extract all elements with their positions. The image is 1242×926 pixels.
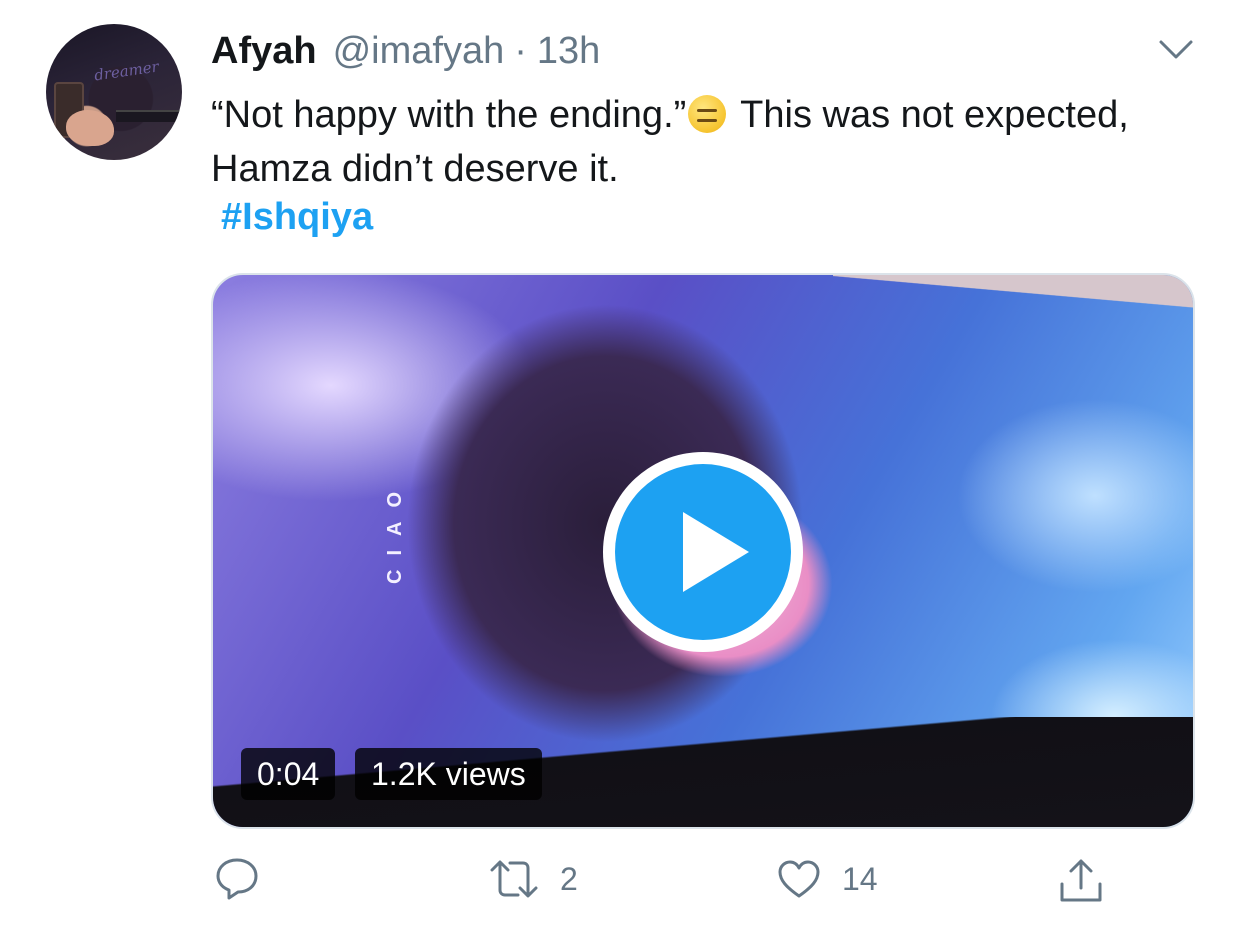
tweet-actions: 2 14 xyxy=(0,856,1242,916)
video-duration-badge: 0:04 xyxy=(241,748,336,800)
avatar[interactable]: dreamer xyxy=(46,24,182,160)
like-button[interactable]: 14 xyxy=(776,856,878,902)
retweet-icon xyxy=(488,856,540,902)
tweet-time[interactable]: 13h xyxy=(537,30,600,73)
expressionless-face-emoji-icon xyxy=(688,95,727,133)
share-button[interactable] xyxy=(1058,856,1104,906)
chevron-down-icon[interactable] xyxy=(1158,38,1194,62)
like-icon xyxy=(776,856,822,902)
tweet-text: “Not happy with the ending.” This was no… xyxy=(211,88,1171,196)
tweet-text-quote: “Not happy with the ending.” xyxy=(211,94,687,136)
play-button[interactable] xyxy=(603,452,803,652)
retweet-button[interactable]: 2 xyxy=(488,856,578,902)
play-icon xyxy=(615,464,791,640)
avatar-hand xyxy=(66,110,114,146)
reply-icon xyxy=(214,856,260,902)
author-handle[interactable]: @imafyah xyxy=(333,30,505,73)
avatar-text: dreamer xyxy=(93,57,160,85)
retweet-count: 2 xyxy=(560,860,578,897)
separator-dot: · xyxy=(514,30,527,72)
author-name[interactable]: Afyah xyxy=(211,30,317,73)
video-views-badge: 1.2K views xyxy=(355,748,542,800)
share-icon xyxy=(1058,856,1104,906)
tweet-header: Afyah @imafyah · 13h xyxy=(211,30,600,76)
like-count: 14 xyxy=(842,860,878,897)
avatar-laptop xyxy=(116,110,182,122)
video-overlay-text: CIAO xyxy=(384,478,406,584)
hashtag-link[interactable]: #Ishqiya xyxy=(221,196,373,239)
reply-button[interactable] xyxy=(214,856,260,902)
